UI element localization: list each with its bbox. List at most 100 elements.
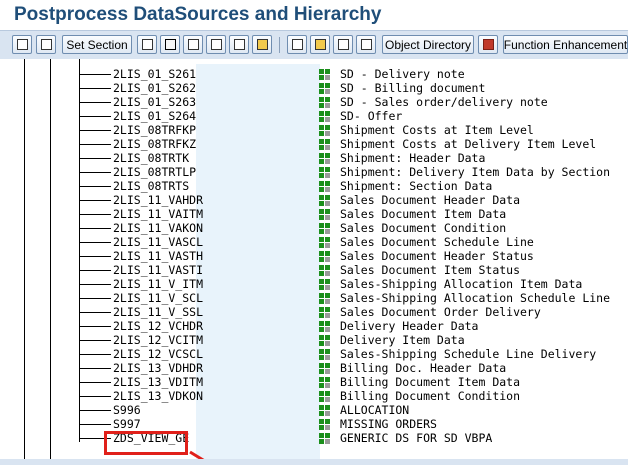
tree-row[interactable]: 2LIS_12_VCITM Delivery Item Data: [0, 333, 628, 347]
tree-connector: [79, 410, 111, 411]
datasource-description: SD- Offer: [340, 109, 403, 123]
page-title: Postprocess DataSources and Hierarchy: [14, 4, 382, 25]
datasource-name[interactable]: 2LIS_11_VASTH: [113, 249, 203, 263]
tree-row[interactable]: 2LIS_11_V_ITM Sales-Shipping Allocation I…: [0, 277, 628, 291]
select-icon[interactable]: [160, 35, 180, 54]
set-section-button[interactable]: Set Section: [62, 35, 132, 54]
new-document-icon[interactable]: [229, 35, 249, 54]
tree-row[interactable]: 2LIS_12_VCHDR Delivery Header Data: [0, 319, 628, 333]
object-directory-button[interactable]: Object Directory: [382, 35, 474, 54]
datasource-name[interactable]: 2LIS_08TRFKZ: [113, 137, 196, 151]
tree-row[interactable]: 2LIS_08TRFKP Shipment Costs at Item Level: [0, 123, 628, 137]
tree-row[interactable]: 2LIS_11_VASTI Sales Document Item Status: [0, 263, 628, 277]
detail-icon[interactable]: [137, 35, 157, 54]
datasource-name[interactable]: 2LIS_12_VCHDR: [113, 319, 203, 333]
tree-row[interactable]: S996 ALLOCATION: [0, 403, 628, 417]
expand-subtree-icon[interactable]: [12, 35, 32, 54]
datasource-name[interactable]: S996: [113, 403, 141, 417]
display-icon[interactable]: [356, 35, 376, 54]
hierarchy-icon[interactable]: [183, 35, 203, 54]
datasource-name[interactable]: 2LIS_01_S261: [113, 67, 196, 81]
tree-connector: [79, 340, 111, 341]
truck-icon[interactable]: [478, 35, 498, 54]
pencil-icon[interactable]: [310, 35, 330, 54]
datasource-description: ALLOCATION: [340, 403, 410, 417]
bottom-bar: [0, 459, 628, 465]
datasource-name[interactable]: 2LIS_13_VDITM: [113, 375, 203, 389]
datasource-name[interactable]: 2LIS_11_VAHDR: [113, 193, 203, 207]
datasource-name[interactable]: 2LIS_08TRTS: [113, 179, 189, 193]
collapse-subtree-icon[interactable]: [36, 35, 56, 54]
tree-connector: [79, 214, 111, 215]
datasource-name[interactable]: 2LIS_11_V_SSL: [113, 305, 203, 319]
tree-row[interactable]: ZDS_VIEW_GE GENERIC DS FOR SD VBPA: [0, 431, 628, 445]
tree-row[interactable]: 2LIS_13_VDITM Billing Document Item Data: [0, 375, 628, 389]
datasource-icon: [319, 433, 331, 444]
tree-connector: [79, 200, 111, 201]
datasource-name[interactable]: 2LIS_01_S262: [113, 81, 196, 95]
datasource-name[interactable]: 2LIS_08TRTK: [113, 151, 189, 165]
tree-row[interactable]: 2LIS_01_S262 SD - Billing document: [0, 81, 628, 95]
datasource-description: Sales Document Header Status: [340, 249, 534, 263]
datasource-icon: [319, 391, 331, 402]
function-enhancement-button[interactable]: Function Enhancement: [503, 35, 628, 54]
datasource-icon: [319, 167, 331, 178]
datasource-icon: [319, 195, 331, 206]
transport-icon[interactable]: [252, 35, 272, 54]
datasource-name[interactable]: S997: [113, 417, 141, 431]
datasource-name[interactable]: 2LIS_12_VCSCL: [113, 347, 203, 361]
structure-icon[interactable]: [333, 35, 353, 54]
datasource-description: Shipment: Header Data: [340, 151, 486, 165]
tree-row[interactable]: 2LIS_11_V_SCL Sales-Shipping Allocation S…: [0, 291, 628, 305]
tree-row[interactable]: 2LIS_11_VAHDR Sales Document Header Data: [0, 193, 628, 207]
tree-row[interactable]: 2LIS_01_S264 SD- Offer: [0, 109, 628, 123]
application-toolbar: Set Section Object Directory Function En…: [0, 30, 628, 60]
datasource-name[interactable]: 2LIS_08TRFKP: [113, 123, 196, 137]
tree-row[interactable]: 2LIS_08TRFKZ Shipment Costs at Delivery I…: [0, 137, 628, 151]
datasource-name[interactable]: 2LIS_01_S263: [113, 95, 196, 109]
tree-row[interactable]: 2LIS_13_VDKON Billing Document Condition: [0, 389, 628, 403]
tree-row[interactable]: 2LIS_13_VDHDR Billing Doc. Header Data: [0, 361, 628, 375]
tree-row[interactable]: 2LIS_11_VASTH Sales Document Header Statu…: [0, 249, 628, 263]
tree-row[interactable]: 2LIS_08TRTLP Shipment: Delivery Item Data…: [0, 165, 628, 179]
datasource-name[interactable]: 2LIS_01_S264: [113, 109, 196, 123]
tree-connector: [79, 158, 111, 159]
tree-connector: [79, 144, 111, 145]
datasource-name[interactable]: 2LIS_11_V_ITM: [113, 277, 203, 291]
datasource-name[interactable]: 2LIS_11_VAITM: [113, 207, 203, 221]
tree-row[interactable]: 2LIS_08TRTS Shipment: Section Data: [0, 179, 628, 193]
datasource-icon: [319, 111, 331, 122]
datasource-description: Sales Document Order Delivery: [340, 305, 541, 319]
glasses-icon[interactable]: [287, 35, 307, 54]
tree-connector: [79, 102, 111, 103]
tree-row[interactable]: 2LIS_08TRTK Shipment: Header Data: [0, 151, 628, 165]
tree-connector: [79, 326, 111, 327]
datasource-description: Sales Document Item Status: [340, 263, 521, 277]
datasource-icon: [319, 237, 331, 248]
datasource-name[interactable]: 2LIS_11_V_SCL: [113, 291, 203, 305]
tree-connector: [79, 298, 111, 299]
datasource-name[interactable]: 2LIS_13_VDHDR: [113, 361, 203, 375]
tree-row[interactable]: 2LIS_01_S261 SD - Delivery note: [0, 67, 628, 81]
datasource-description: Sales-Shipping Schedule Line Delivery: [340, 347, 597, 361]
delete-icon[interactable]: [206, 35, 226, 54]
tree-row[interactable]: 2LIS_11_VASCL Sales Document Schedule Lin…: [0, 235, 628, 249]
datasource-name[interactable]: 2LIS_11_VASCL: [113, 235, 203, 249]
datasource-description: Shipment: Delivery Item Data by Section: [340, 165, 611, 179]
datasource-name[interactable]: 2LIS_08TRTLP: [113, 165, 196, 179]
tree-row[interactable]: 2LIS_11_VAKON Sales Document Condition: [0, 221, 628, 235]
tree-row[interactable]: S997 MISSING ORDERS: [0, 417, 628, 431]
tree-connector: [79, 424, 111, 425]
datasource-icon: [319, 181, 331, 192]
datasource-description: SD - Sales order/delivery note: [340, 95, 548, 109]
datasource-name[interactable]: 2LIS_12_VCITM: [113, 333, 203, 347]
tree-row[interactable]: 2LIS_01_S263 SD - Sales order/delivery no…: [0, 95, 628, 109]
tree-row[interactable]: 2LIS_12_VCSCL Sales-Shipping Schedule Lin…: [0, 347, 628, 361]
tree-connector: [79, 396, 111, 397]
tree-row[interactable]: 2LIS_11_VAITM Sales Document Item Data: [0, 207, 628, 221]
datasource-name[interactable]: 2LIS_13_VDKON: [113, 389, 203, 403]
tree-row[interactable]: 2LIS_11_V_SSL Sales Document Order Delive…: [0, 305, 628, 319]
datasource-name[interactable]: 2LIS_11_VASTI: [113, 263, 203, 277]
datasource-name[interactable]: 2LIS_11_VAKON: [113, 221, 203, 235]
datasource-description: Shipment Costs at Delivery Item Level: [340, 137, 597, 151]
